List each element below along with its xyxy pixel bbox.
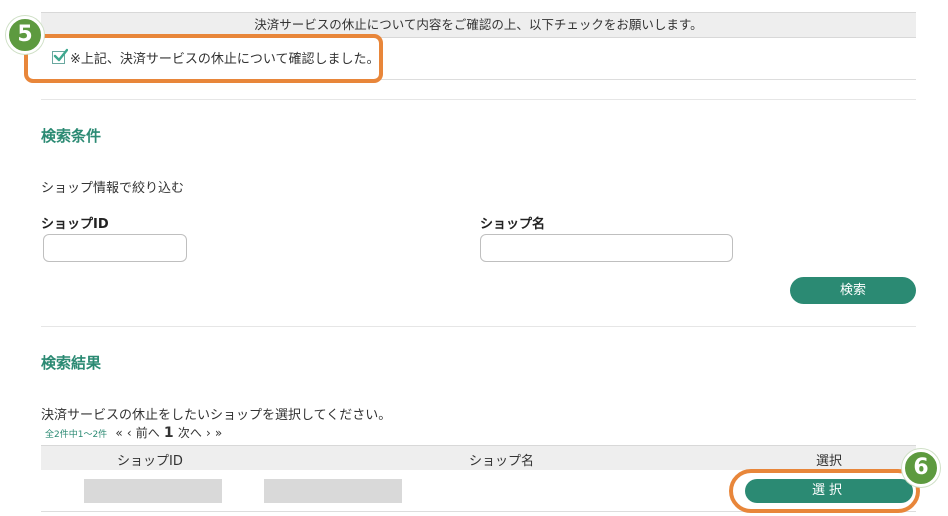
shop-name-cell (264, 479, 402, 503)
results-section-title: 検索結果 (41, 354, 102, 372)
column-select: 選択 (816, 454, 843, 469)
prev-arrow-link[interactable]: ‹ (127, 426, 132, 440)
results-table-header: ショップID ショップ名 選択 (41, 445, 916, 470)
result-count: 全2件中1～2件 (45, 430, 108, 440)
next-arrow-link[interactable]: › (206, 426, 211, 440)
shop-id-input[interactable] (43, 234, 187, 262)
search-section-title: 検索条件 (41, 127, 102, 145)
step-5-badge: 5 (6, 16, 44, 54)
prev-page-link[interactable]: 前へ (136, 426, 160, 440)
first-page-link[interactable]: « (115, 426, 122, 440)
section-divider (41, 99, 916, 100)
step-5-highlight (24, 34, 383, 83)
pagination: 全2件中1～2件 « ‹ 前へ 1 次へ › » (45, 424, 222, 441)
next-page-link[interactable]: 次へ (178, 426, 202, 440)
search-button[interactable]: 検索 (790, 277, 916, 304)
shop-name-label: ショップ名 (480, 217, 546, 232)
current-page: 1 (163, 425, 174, 441)
column-shop-name: ショップ名 (469, 454, 535, 469)
results-instruction: 決済サービスの休止をしたいショップを選択してください。 (41, 408, 392, 423)
filter-caption: ショップ情報で絞り込む (41, 181, 185, 196)
last-page-link[interactable]: » (215, 426, 222, 440)
shop-name-input[interactable] (480, 234, 733, 262)
shop-id-cell (84, 479, 222, 503)
shop-id-label: ショップID (41, 217, 109, 232)
column-shop-id: ショップID (117, 454, 183, 469)
section-divider (41, 326, 916, 327)
step-6-highlight (729, 469, 920, 513)
step-6-badge: 6 (902, 449, 940, 487)
